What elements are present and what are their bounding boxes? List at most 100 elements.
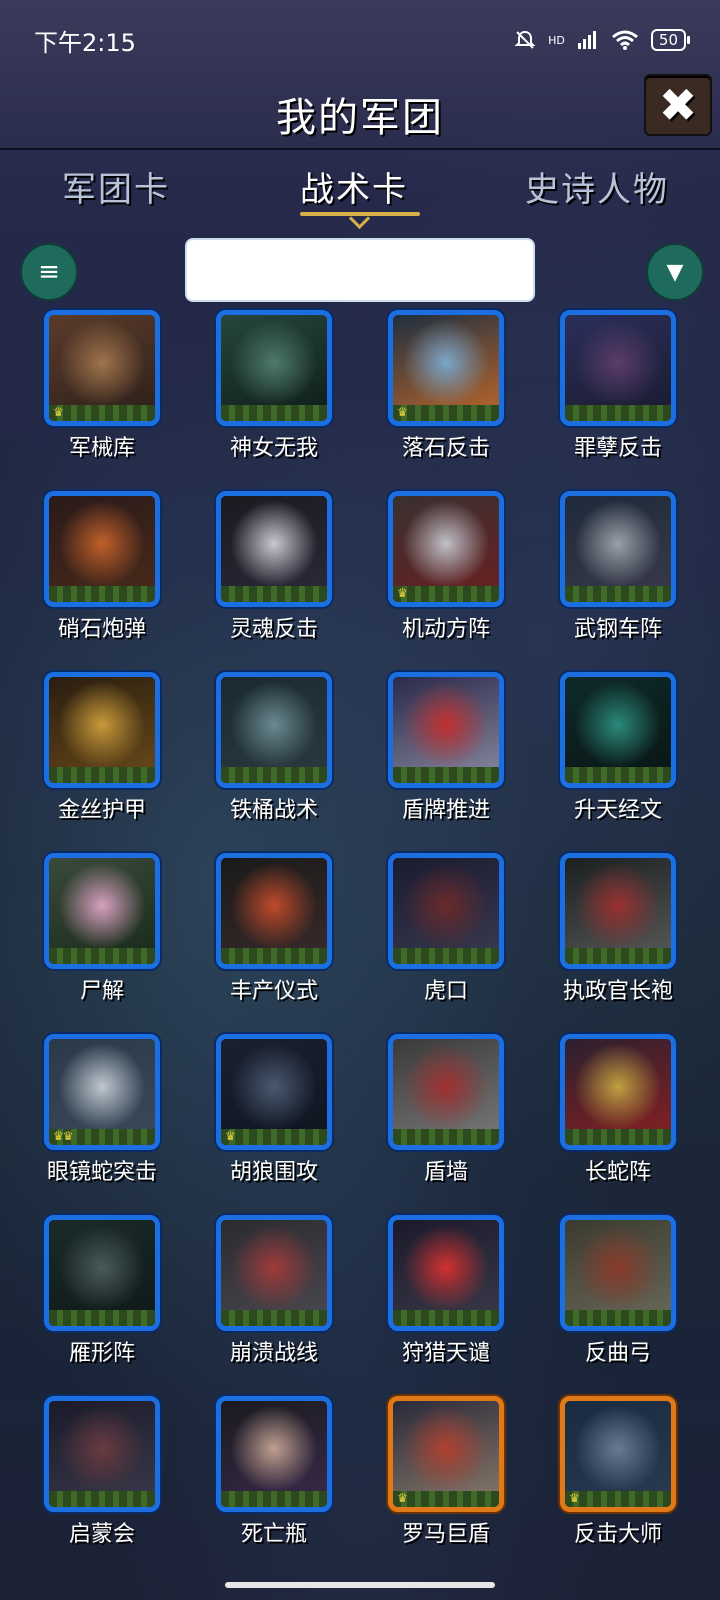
search-input[interactable] <box>185 238 535 302</box>
card-name: 盾牌推进 <box>401 798 490 823</box>
tactic-card[interactable]: ♛ 落石反击 <box>360 310 532 491</box>
tactic-card[interactable]: 盾墙 <box>360 1034 532 1215</box>
tactic-card[interactable]: 长蛇阵 <box>532 1034 704 1215</box>
title-bar: 我的军团 ✖ <box>0 74 720 150</box>
page-title: 我的军团 <box>276 95 444 141</box>
card-level-strip <box>393 1129 499 1145</box>
tactic-card[interactable]: 升天经文 <box>532 672 704 853</box>
tactic-card[interactable]: ♛ 罗马巨盾 <box>360 1396 532 1577</box>
card-level-strip <box>565 1491 671 1507</box>
tactic-card[interactable]: 雁形阵 <box>16 1215 188 1396</box>
tactic-card[interactable]: 灵魂反击 <box>188 491 360 672</box>
card-level-strip <box>221 405 327 421</box>
card-name: 落石反击 <box>401 436 490 461</box>
card-frame <box>560 853 676 969</box>
card-level-strip <box>221 1129 327 1145</box>
filter-button[interactable]: ▼ <box>646 243 704 301</box>
crown-icon: ♛ <box>569 1491 580 1505</box>
card-frame <box>216 672 332 788</box>
tactic-card[interactable]: ♛ 机动方阵 <box>360 491 532 672</box>
card-name: 罗马巨盾 <box>401 1522 490 1547</box>
tactic-card[interactable]: ♛ 反击大师 <box>532 1396 704 1577</box>
list-icon: ≡ <box>38 257 60 287</box>
card-frame <box>44 853 160 969</box>
card-name: 神女无我 <box>229 436 318 461</box>
card-level-strip <box>221 586 327 602</box>
tactic-card[interactable]: 反曲弓 <box>532 1215 704 1396</box>
card-frame <box>560 310 676 426</box>
card-name: 丰产仪式 <box>229 979 318 1004</box>
card-name: 武钢车阵 <box>573 617 662 642</box>
tactic-card[interactable]: ♛ 军械库 <box>16 310 188 491</box>
card-name: 胡狼围攻 <box>229 1160 318 1185</box>
tactic-card[interactable]: 神女无我 <box>188 310 360 491</box>
card-frame <box>388 853 504 969</box>
tactic-card[interactable]: ♛ 胡狼围攻 <box>188 1034 360 1215</box>
tab-tactic-cards[interactable]: 战术卡 <box>300 162 408 211</box>
tactic-card[interactable]: 罪孽反击 <box>532 310 704 491</box>
card-name: 尸解 <box>79 979 124 1004</box>
card-name: 狩猎天谴 <box>401 1341 490 1366</box>
tab-legion-cards[interactable]: 军团卡 <box>62 162 170 211</box>
active-tab-indicator <box>300 212 420 216</box>
home-indicator[interactable] <box>225 1582 495 1588</box>
tactic-card[interactable]: 崩溃战线 <box>188 1215 360 1396</box>
battery-indicator: 50 <box>650 29 691 51</box>
card-name: 金丝护甲 <box>57 798 146 823</box>
card-level-strip <box>221 767 327 783</box>
card-level-strip <box>565 586 671 602</box>
list-view-button[interactable]: ≡ <box>20 243 78 301</box>
card-level-strip <box>565 405 671 421</box>
card-name: 军械库 <box>68 436 135 461</box>
tab-epic-characters[interactable]: 史诗人物 <box>525 162 669 211</box>
tactic-card[interactable]: 启蒙会 <box>16 1396 188 1577</box>
card-frame <box>388 1034 504 1150</box>
card-frame <box>388 672 504 788</box>
tactic-card[interactable]: 狩猎天谴 <box>360 1215 532 1396</box>
card-name: 执政官长袍 <box>562 979 673 1004</box>
tactic-card[interactable]: 武钢车阵 <box>532 491 704 672</box>
card-level-strip <box>393 948 499 964</box>
card-frame <box>560 1034 676 1150</box>
crown-icon: ♛♛ <box>53 1129 73 1143</box>
crown-icon: ♛ <box>397 1491 408 1505</box>
card-name: 铁桶战术 <box>229 798 318 823</box>
card-name: 硝石炮弹 <box>57 617 146 642</box>
card-frame: ♛♛ <box>44 1034 160 1150</box>
card-name: 虎口 <box>423 979 468 1004</box>
tactic-card[interactable]: 虎口 <box>360 853 532 1034</box>
card-name: 崩溃战线 <box>229 1341 318 1366</box>
tactic-card[interactable]: 执政官长袍 <box>532 853 704 1034</box>
tactic-card[interactable]: ♛♛ 眼镜蛇突击 <box>16 1034 188 1215</box>
tactic-card[interactable]: 铁桶战术 <box>188 672 360 853</box>
card-frame <box>388 1215 504 1331</box>
card-frame: ♛ <box>388 310 504 426</box>
tactic-card[interactable]: 盾牌推进 <box>360 672 532 853</box>
card-level-strip <box>49 1310 155 1326</box>
card-level-strip <box>49 405 155 421</box>
card-level-strip <box>393 405 499 421</box>
card-frame <box>44 1215 160 1331</box>
card-frame <box>216 310 332 426</box>
card-name: 眼镜蛇突击 <box>46 1160 157 1185</box>
card-level-strip <box>393 586 499 602</box>
card-grid: ♛ 军械库 神女无我 ♛ 落石反击 罪孽反击 硝石炮弹 灵魂反击 ♛ 机动方阵 武钢车阵 金丝护甲 铁桶… <box>16 310 704 1577</box>
card-frame <box>216 1215 332 1331</box>
card-level-strip <box>565 948 671 964</box>
card-frame <box>44 1396 160 1512</box>
card-name: 启蒙会 <box>68 1522 135 1547</box>
close-button[interactable]: ✖ <box>644 74 712 136</box>
tactic-card[interactable]: 尸解 <box>16 853 188 1034</box>
card-level-strip <box>221 948 327 964</box>
tactic-card[interactable]: 硝石炮弹 <box>16 491 188 672</box>
tactic-card[interactable]: 丰产仪式 <box>188 853 360 1034</box>
card-name: 升天经文 <box>573 798 662 823</box>
card-frame <box>216 853 332 969</box>
card-level-strip <box>221 1310 327 1326</box>
card-frame: ♛ <box>388 491 504 607</box>
crown-icon: ♛ <box>397 405 408 419</box>
tactic-card[interactable]: 金丝护甲 <box>16 672 188 853</box>
card-frame: ♛ <box>560 1396 676 1512</box>
tactic-card[interactable]: 死亡瓶 <box>188 1396 360 1577</box>
card-name: 盾墙 <box>423 1160 468 1185</box>
